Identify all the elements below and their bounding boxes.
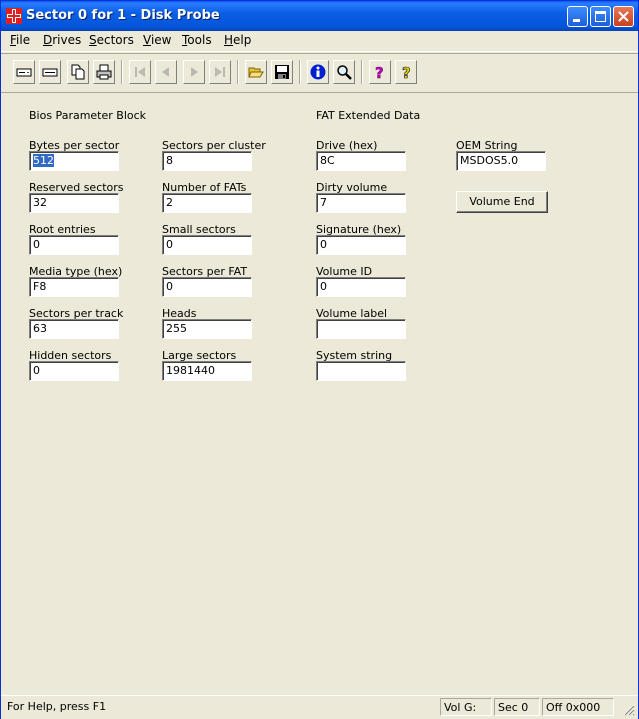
window-title: Sector 0 for 1 - Disk Probe [26, 8, 220, 23]
status-offset: Off 0x000 [542, 698, 614, 716]
disk-probe-window: Sector 0 for 1 - Disk Probe File Drives … [0, 0, 639, 719]
sectors-per-fat-field[interactable]: 0 [162, 277, 252, 297]
signature-field[interactable]: 0 [316, 235, 406, 255]
last-sector-icon [215, 67, 225, 77]
menu-file[interactable]: File [10, 33, 30, 47]
menu-sectors-accel: S [89, 33, 97, 47]
maximize-icon [595, 11, 606, 22]
volume-id-field[interactable]: 0 [316, 277, 406, 297]
system-string-field[interactable] [316, 361, 406, 381]
menu-drives[interactable]: Drives [43, 33, 81, 47]
print-button[interactable] [93, 60, 115, 84]
partition-icon [42, 68, 58, 77]
previous-sector-button[interactable] [155, 60, 177, 84]
next-sector-button[interactable] [183, 60, 205, 84]
svg-text:?: ? [402, 64, 411, 80]
status-help-text: For Help, press F1 [7, 700, 107, 713]
info-icon [310, 64, 326, 80]
last-sector-button[interactable] [209, 60, 231, 84]
menu-view-accel: V [143, 33, 151, 47]
menu-tools[interactable]: Tools [182, 33, 212, 47]
menu-help-label: elp [233, 33, 252, 47]
volume-end-button[interactable]: Volume End [456, 191, 548, 213]
menu-view-label: iew [150, 33, 172, 47]
previous-sector-icon [162, 67, 169, 77]
search-icon [337, 65, 352, 80]
help-button[interactable]: ? [369, 60, 391, 84]
menu-view[interactable]: View [143, 33, 171, 47]
close-icon [618, 11, 629, 22]
open-folder-icon [248, 67, 264, 78]
menu-sectors-label: ectors [96, 33, 134, 47]
resize-grip-icon[interactable] [621, 702, 635, 716]
minimize-icon [573, 19, 580, 22]
reserved-sectors-field[interactable]: 32 [29, 193, 119, 213]
status-volume: Vol G: [440, 698, 492, 716]
help-icon: ? [375, 64, 384, 80]
menu-file-label: ile [16, 33, 31, 47]
close-button[interactable] [613, 6, 634, 27]
toolbar: ? ? [1, 53, 638, 93]
open-button[interactable] [245, 60, 267, 84]
bytes-per-sector-value: 512 [33, 154, 54, 167]
copy-icon [71, 64, 85, 80]
save-icon [275, 65, 289, 79]
app-icon [6, 8, 22, 24]
drive-icon [16, 68, 32, 77]
menu-drives-accel: D [43, 33, 53, 47]
menu-tools-label: ools [187, 33, 212, 47]
menu-help-accel: H [224, 33, 234, 47]
status-sector: Sec 0 [494, 698, 540, 716]
info-button[interactable] [307, 60, 329, 84]
sectors-per-track-field[interactable]: 63 [29, 319, 119, 339]
heads-field[interactable]: 255 [162, 319, 252, 339]
partition-button[interactable] [39, 60, 61, 84]
copy-button[interactable] [67, 60, 89, 84]
sectors-per-cluster-field[interactable]: 8 [162, 151, 252, 171]
small-sectors-field[interactable]: 0 [162, 235, 252, 255]
bpb-title: Bios Parameter Block [29, 109, 147, 122]
title-bar[interactable]: Sector 0 for 1 - Disk Probe [1, 1, 638, 31]
save-button[interactable] [271, 60, 293, 84]
context-help-icon: ? [402, 64, 411, 80]
menu-sectors[interactable]: Sectors [89, 33, 134, 47]
hidden-sectors-field[interactable]: 0 [29, 361, 119, 381]
drive-button[interactable] [13, 60, 35, 84]
first-sector-button[interactable] [129, 60, 151, 84]
toolbar-separator [361, 60, 363, 84]
menu-bar: File Drives Sectors View Tools Help [1, 31, 638, 52]
number-of-fats-field[interactable]: 2 [162, 193, 252, 213]
main-panel: Bios Parameter Block Bytes per sector 51… [1, 92, 638, 695]
context-help-button[interactable]: ? [395, 60, 417, 84]
first-sector-icon [135, 67, 145, 77]
volume-label-field[interactable] [316, 319, 406, 339]
print-icon [96, 64, 112, 80]
toolbar-separator [299, 60, 301, 84]
maximize-button[interactable] [590, 6, 611, 27]
oem-string-field[interactable]: MSDOS5.0 [456, 151, 546, 171]
fat-extended-title: FAT Extended Data [316, 109, 421, 122]
search-button[interactable] [333, 60, 355, 84]
menu-drives-label: rives [52, 33, 82, 47]
media-type-field[interactable]: F8 [29, 277, 119, 297]
bytes-per-sector-field[interactable]: 512 [29, 151, 119, 171]
drive-hex-field[interactable]: 8C [316, 151, 406, 171]
status-bar: For Help, press F1 Vol G: Sec 0 Off 0x00… [1, 695, 638, 719]
toolbar-separator [121, 60, 123, 84]
large-sectors-field[interactable]: 1981440 [162, 361, 252, 381]
dirty-volume-field[interactable]: 7 [316, 193, 406, 213]
toolbar-separator [237, 60, 239, 84]
minimize-button[interactable] [567, 6, 588, 27]
next-sector-icon [191, 67, 198, 77]
svg-text:?: ? [375, 64, 384, 80]
root-entries-field[interactable]: 0 [29, 235, 119, 255]
menu-help[interactable]: Help [224, 33, 251, 47]
